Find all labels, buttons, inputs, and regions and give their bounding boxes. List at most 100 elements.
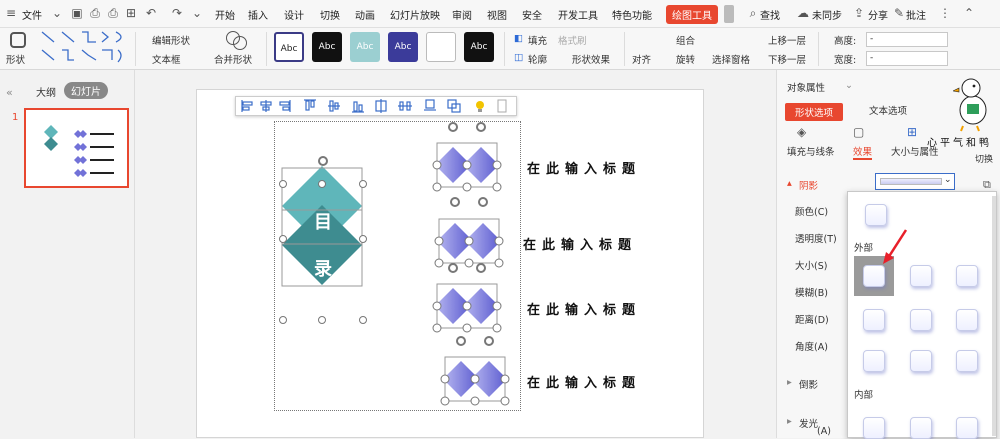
menu-icon[interactable]: ≡ (4, 6, 18, 20)
side-panel-icon[interactable]: ⧉ (983, 178, 991, 192)
height-input[interactable]: - (866, 32, 948, 47)
shape-button[interactable]: 形状 (6, 52, 25, 66)
shadow-outer-5-swatch[interactable] (910, 309, 932, 331)
collapse-pane-icon[interactable]: « (6, 86, 13, 99)
resize-handle[interactable] (318, 180, 326, 188)
style-sample-1[interactable]: Abc (274, 32, 304, 62)
dropdown-icon[interactable]: ⌄ (50, 6, 64, 20)
purple-diamond-pairs[interactable] (431, 120, 521, 410)
textbox-button[interactable]: 文本框 (152, 52, 181, 66)
section-glow[interactable]: 发光 (799, 416, 818, 430)
shadow-inner-1-swatch[interactable] (863, 417, 885, 439)
shadow-outer-8-swatch[interactable] (910, 350, 932, 372)
tab-slideshow[interactable]: 幻灯片放映 (390, 7, 440, 22)
tab-outline[interactable]: 大纲 (36, 84, 56, 99)
rotate-button[interactable]: 旋转 (676, 52, 695, 66)
search-button[interactable]: 查找 (760, 7, 780, 22)
tab-view[interactable]: 视图 (487, 7, 507, 22)
shadow-outer-9-swatch[interactable] (956, 350, 978, 372)
tab-shape-options[interactable]: 形状选项 (785, 103, 844, 121)
shape-effect-button[interactable]: 形状效果 (572, 52, 610, 66)
redo-icon[interactable]: ↷ (170, 6, 184, 20)
resize-handle[interactable] (279, 316, 287, 324)
tab-slides[interactable]: 幻灯片 (64, 82, 108, 99)
selection-pane-button[interactable]: 选择窗格 (712, 52, 750, 66)
preview-icon[interactable]: ⊞ (124, 6, 138, 20)
print-icon[interactable]: ⎙ (106, 6, 120, 20)
shadow-outer-1-swatch[interactable] (863, 265, 885, 287)
side-toggle-label[interactable]: 切换 (975, 152, 993, 165)
resize-handle[interactable] (318, 316, 326, 324)
style-sample-5[interactable] (426, 32, 456, 62)
format-brush-button[interactable]: 格式刷 (558, 33, 587, 47)
section-shadow[interactable]: 阴影 (799, 178, 818, 192)
subtab-fill-line[interactable]: 填充与线条 (787, 144, 835, 158)
title-item-3[interactable]: 在此输入标题 (527, 299, 641, 318)
resize-handle[interactable] (359, 235, 367, 243)
bring-forward-button[interactable]: 上移一层 (768, 33, 806, 47)
shape-icon[interactable] (10, 32, 26, 48)
tab-transition[interactable]: 切换 (320, 7, 340, 22)
send-backward-button[interactable]: 下移一层 (768, 52, 806, 66)
ribbon-collapse-button[interactable] (724, 5, 734, 23)
shadow-outer-4-swatch[interactable] (863, 309, 885, 331)
resize-handle[interactable] (359, 316, 367, 324)
more-options-icon[interactable]: ⋮ (938, 6, 952, 20)
style-sample-6[interactable]: Abc (464, 32, 494, 62)
tab-animation[interactable]: 动画 (355, 7, 375, 22)
style-sample-4[interactable]: Abc (388, 32, 418, 62)
tab-special[interactable]: 特色功能 (612, 7, 652, 22)
style-sample-3[interactable]: Abc (350, 32, 380, 62)
shadow-outer-2-swatch[interactable] (910, 265, 932, 287)
more-icon[interactable]: ⌄ (190, 6, 204, 20)
resize-handle[interactable] (359, 180, 367, 188)
tab-start[interactable]: 开始 (215, 7, 235, 22)
tab-developer[interactable]: 开发工具 (558, 7, 598, 22)
align-toolbar-icons[interactable] (236, 97, 516, 115)
shadow-preset-dropdown[interactable]: ⌄ (875, 173, 955, 190)
group-button[interactable]: 组合 (676, 33, 695, 47)
width-input[interactable]: - (866, 51, 948, 66)
export-pdf-icon[interactable]: ⎙ (88, 6, 102, 20)
glow-expand-icon[interactable]: ▸ (787, 416, 792, 427)
tab-security[interactable]: 安全 (522, 7, 542, 22)
edit-shape-button[interactable]: 编辑形状 (152, 33, 190, 47)
section-reflect[interactable]: 倒影 (799, 377, 818, 391)
shadow-outer-3-swatch[interactable] (956, 265, 978, 287)
undo-icon[interactable]: ↶ (144, 6, 158, 20)
tab-insert[interactable]: 插入 (248, 7, 268, 22)
shadow-outer-6-swatch[interactable] (956, 309, 978, 331)
fill-button[interactable]: 填充 (528, 33, 547, 47)
merge-shape-button[interactable]: 合并形状 (214, 52, 252, 66)
title-item-2[interactable]: 在此输入标题 (523, 234, 637, 253)
shadow-inner-3-swatch[interactable] (956, 417, 978, 439)
outline-button[interactable]: 轮廓 (528, 52, 547, 66)
tab-review[interactable]: 审阅 (452, 7, 472, 22)
shadow-inner-2-swatch[interactable] (910, 417, 932, 439)
shape-gallery[interactable] (40, 30, 130, 68)
shadow-none-swatch[interactable] (865, 204, 887, 226)
collapse-icon[interactable]: ⌃ (962, 6, 976, 20)
reflect-expand-icon[interactable]: ▸ (787, 377, 792, 388)
tab-text-options[interactable]: 文本选项 (869, 103, 907, 117)
share-button[interactable]: 分享 (868, 7, 888, 22)
title-item-1[interactable]: 在此输入标题 (527, 158, 641, 177)
slide-thumbnail[interactable] (24, 108, 129, 188)
style-sample-2[interactable]: Abc (312, 32, 342, 62)
pane-dropdown-icon[interactable]: ⌄ (845, 80, 853, 91)
save-icon[interactable]: ▣ (70, 6, 84, 20)
shadow-expand-icon[interactable]: ▴ (787, 178, 792, 189)
tab-drawing-tools[interactable]: 绘图工具 (666, 5, 718, 24)
sync-status[interactable]: 未同步 (812, 7, 842, 22)
resize-handle[interactable] (279, 180, 287, 188)
file-menu[interactable]: 文件 (22, 7, 42, 22)
popup-scrollbar[interactable] (992, 196, 996, 436)
title-item-4[interactable]: 在此输入标题 (527, 372, 641, 391)
shadow-outer-7-swatch[interactable] (863, 350, 885, 372)
resize-handle[interactable] (279, 235, 287, 243)
tab-design[interactable]: 设计 (284, 7, 304, 22)
rotate-handle[interactable] (318, 156, 328, 166)
align-button[interactable]: 对齐 (632, 52, 651, 66)
subtab-effect[interactable]: 效果 (853, 144, 873, 160)
slide-canvas[interactable]: 目 录 在此输入标题 在此输入标题 在此输入标题 在此输入标题 (196, 89, 704, 438)
